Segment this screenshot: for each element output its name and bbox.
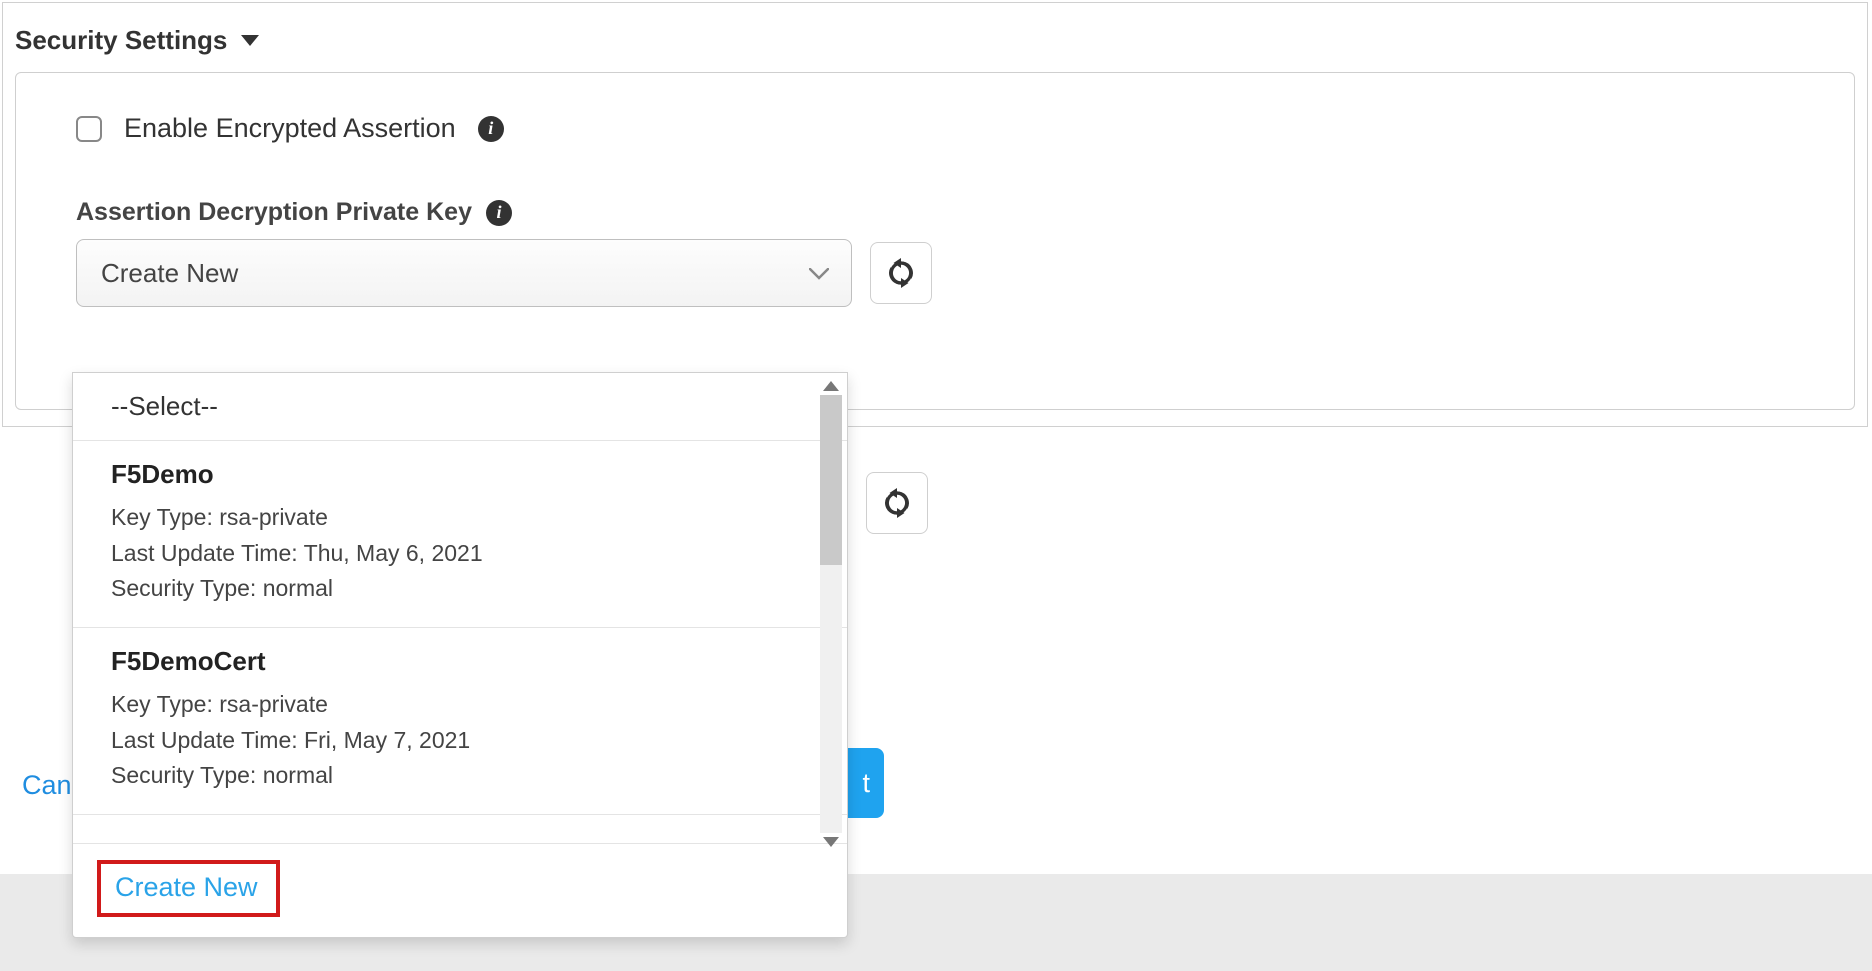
dropdown-option-title: F5Demo bbox=[111, 459, 809, 490]
enable-encrypted-assertion-row: Enable Encrypted Assertion i bbox=[76, 113, 1794, 144]
scroll-thumb[interactable] bbox=[820, 395, 842, 565]
refresh-button-2[interactable] bbox=[866, 472, 928, 534]
dropdown-option-keytype: Key Type: rsa-private bbox=[111, 500, 809, 536]
scroll-down-icon[interactable] bbox=[823, 837, 839, 847]
assertion-key-field-label: Assertion Decryption Private Key i bbox=[76, 198, 1794, 227]
dropdown-option-title: F5DemoCert bbox=[111, 646, 809, 677]
dropdown-option-securitytype: Security Type: normal bbox=[111, 571, 809, 607]
page-container: Security Settings Enable Encrypted Asser… bbox=[2, 2, 1868, 427]
refresh-icon bbox=[886, 258, 916, 288]
dropdown-option-f5democert[interactable]: F5DemoCert Key Type: rsa-private Last Up… bbox=[73, 628, 847, 815]
dropdown-option-f5demo[interactable]: F5Demo Key Type: rsa-private Last Update… bbox=[73, 441, 847, 628]
enable-encrypted-assertion-checkbox[interactable] bbox=[76, 116, 102, 142]
info-icon[interactable]: i bbox=[478, 116, 504, 142]
section-header[interactable]: Security Settings bbox=[3, 3, 1867, 66]
cancel-button[interactable]: Can bbox=[22, 770, 72, 801]
refresh-button[interactable] bbox=[870, 242, 932, 304]
dropdown-option-lastupdate: Last Update Time: Fri, May 7, 2021 bbox=[111, 723, 809, 759]
assertion-key-selected-value: Create New bbox=[101, 258, 238, 289]
next-button-fragment: t bbox=[862, 768, 870, 799]
section-title: Security Settings bbox=[15, 25, 227, 56]
enable-encrypted-assertion-label: Enable Encrypted Assertion bbox=[124, 113, 456, 144]
dropdown-scroll-area: --Select-- F5Demo Key Type: rsa-private … bbox=[73, 373, 847, 843]
dropdown-option-partial[interactable] bbox=[73, 815, 847, 843]
dropdown-option-securitytype: Security Type: normal bbox=[111, 758, 809, 794]
security-settings-panel: Enable Encrypted Assertion i Assertion D… bbox=[15, 72, 1855, 410]
dropdown-placeholder-text: --Select-- bbox=[111, 391, 218, 421]
dropdown-option-keytype: Key Type: rsa-private bbox=[111, 687, 809, 723]
dropdown-option-lastupdate: Last Update Time: Thu, May 6, 2021 bbox=[111, 536, 809, 572]
assertion-key-select-row: Create New bbox=[76, 239, 1794, 307]
scroll-track[interactable] bbox=[820, 395, 842, 833]
caret-down-icon bbox=[241, 35, 259, 46]
assertion-key-label-text: Assertion Decryption Private Key bbox=[76, 198, 472, 227]
scroll-up-icon[interactable] bbox=[823, 381, 839, 391]
info-icon[interactable]: i bbox=[486, 200, 512, 226]
refresh-icon bbox=[882, 488, 912, 518]
chevron-down-icon bbox=[809, 260, 829, 286]
dropdown-footer: Create New bbox=[73, 843, 847, 937]
assertion-key-dropdown: --Select-- F5Demo Key Type: rsa-private … bbox=[72, 372, 848, 938]
dropdown-option-placeholder[interactable]: --Select-- bbox=[73, 373, 847, 441]
dropdown-scrollbar[interactable] bbox=[817, 375, 845, 853]
assertion-key-select[interactable]: Create New bbox=[76, 239, 852, 307]
create-new-link[interactable]: Create New bbox=[97, 860, 280, 917]
